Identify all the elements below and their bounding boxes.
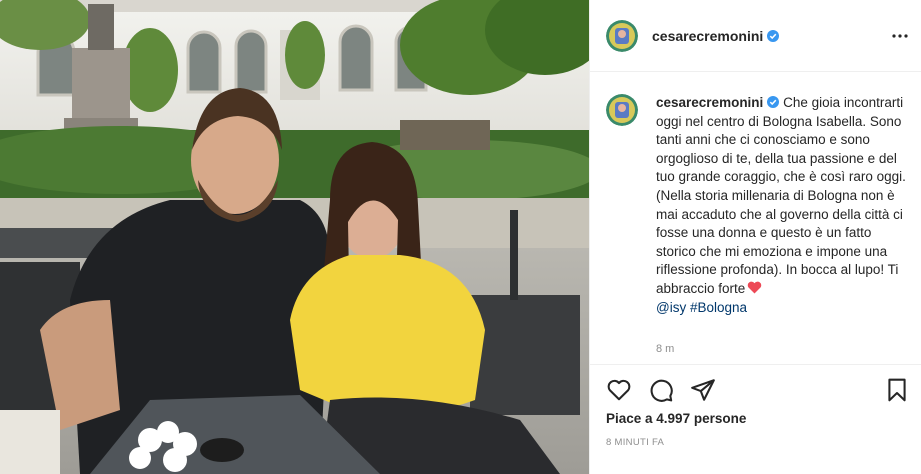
caption-text: cesarecremonini Che gioia incontrarti og…	[656, 94, 906, 317]
more-horizontal-icon[interactable]	[890, 26, 910, 46]
share-icon[interactable]	[690, 377, 716, 403]
likes-count[interactable]: Piace a 4.997 persone	[606, 411, 746, 426]
header-username[interactable]: cesarecremonini	[652, 28, 763, 44]
post-caption: cesarecremonini Che gioia incontrarti og…	[606, 94, 906, 317]
action-icons	[606, 377, 716, 403]
save-bookmark-icon[interactable]	[884, 377, 910, 403]
caption-time: 8 m	[656, 343, 675, 355]
post-actions: Piace a 4.997 persone 8 MINUTI FA	[590, 364, 921, 474]
profile-avatar[interactable]	[606, 19, 638, 52]
post-sidebar: cesarecremonini cesarecremonini Che gioi…	[589, 0, 921, 474]
verified-badge-icon	[767, 29, 780, 42]
like-heart-icon[interactable]	[606, 377, 632, 403]
hashtag-link[interactable]: #Bologna	[690, 300, 747, 315]
caption-avatar[interactable]	[606, 94, 638, 126]
mention-link[interactable]: @isy	[656, 300, 686, 315]
photo-illustration	[0, 0, 589, 474]
caption-username[interactable]: cesarecremonini	[656, 95, 763, 110]
post-timestamp[interactable]: 8 MINUTI FA	[606, 437, 664, 448]
heart-emoji-icon	[747, 281, 762, 294]
caption-paragraph-2: (Nella storia millenaria di Bologna non …	[656, 187, 903, 296]
verified-badge-icon	[767, 96, 780, 108]
instagram-post: cesarecremonini cesarecremonini Che gioi…	[0, 0, 921, 474]
post-header: cesarecremonini	[590, 0, 921, 72]
comment-icon[interactable]	[648, 377, 674, 403]
post-photo[interactable]	[0, 0, 589, 474]
